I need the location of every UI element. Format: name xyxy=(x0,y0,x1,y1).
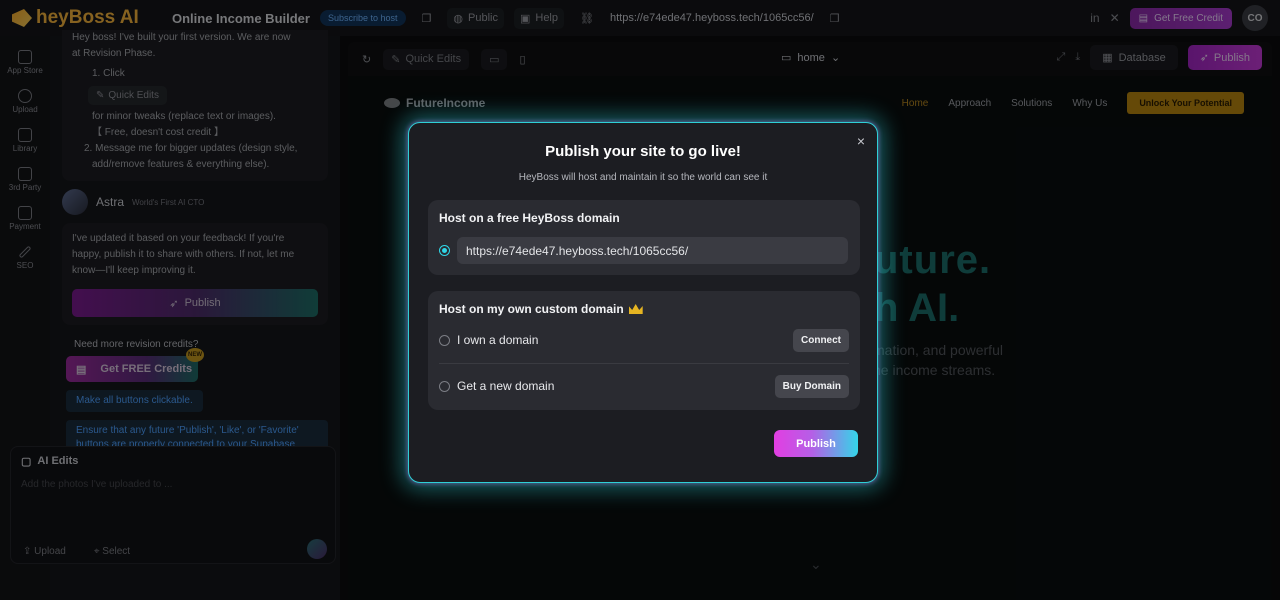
own-domain-radio[interactable] xyxy=(439,335,450,346)
free-domain-section: Host on a free HeyBoss domain https://e7… xyxy=(428,200,860,275)
modal-title: Publish your site to go live! xyxy=(545,143,741,160)
new-domain-label[interactable]: Get a new domain xyxy=(457,379,554,393)
free-domain-url-field[interactable]: https://e74ede47.heyboss.tech/1065cc56/ xyxy=(457,237,848,264)
crown-icon xyxy=(628,304,643,314)
custom-domain-title: Host on my own custom domain xyxy=(439,302,643,316)
modal-subtitle: HeyBoss will host and maintain it so the… xyxy=(518,172,768,183)
section-divider xyxy=(439,363,849,364)
app-root: heyBoss AI Online Income Builder Subscri… xyxy=(0,0,1280,600)
publish-modal: × Publish your site to go live! HeyBoss … xyxy=(408,122,878,483)
connect-button[interactable]: Connect xyxy=(793,329,849,352)
free-domain-radio[interactable] xyxy=(439,245,450,256)
modal-publish-button[interactable]: Publish xyxy=(774,430,858,457)
custom-domain-section: Host on my own custom domain I own a dom… xyxy=(428,291,860,410)
new-domain-radio[interactable] xyxy=(439,381,450,392)
free-domain-title: Host on a free HeyBoss domain xyxy=(439,211,620,225)
buy-domain-button[interactable]: Buy Domain xyxy=(774,375,849,398)
own-domain-label[interactable]: I own a domain xyxy=(457,333,538,347)
